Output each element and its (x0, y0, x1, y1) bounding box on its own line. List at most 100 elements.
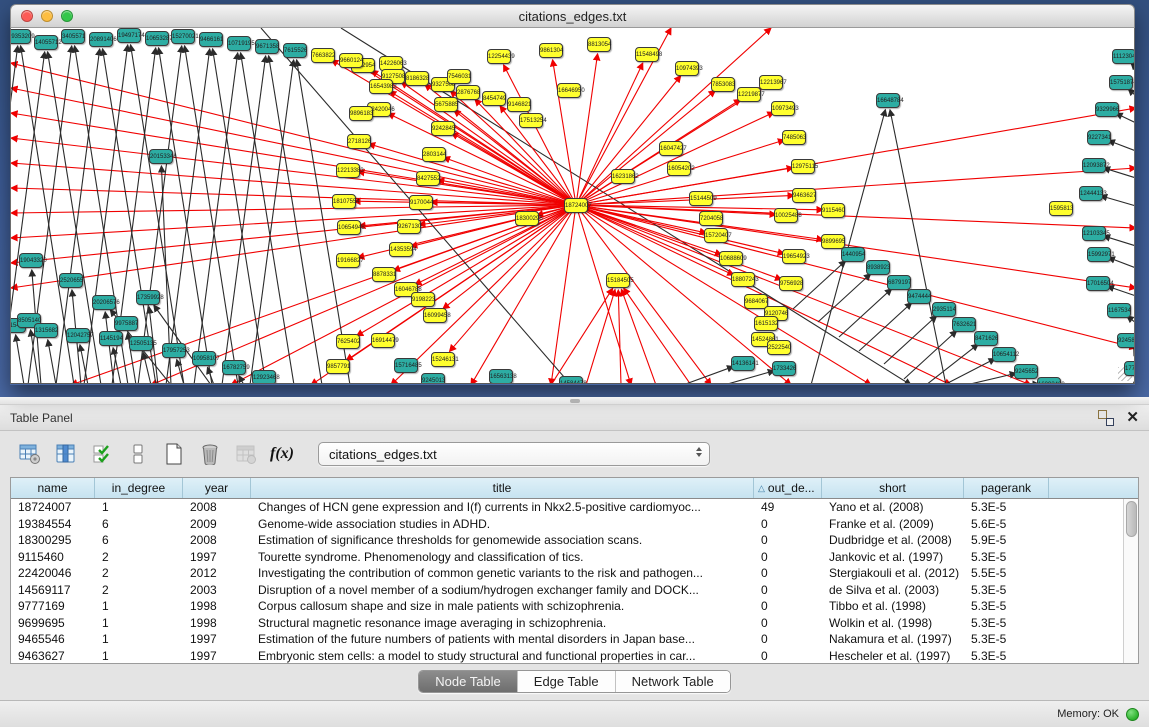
table-cell[interactable]: 1 (95, 615, 183, 632)
graph-node[interactable]: 10719195 (227, 36, 251, 51)
graph-node[interactable]: 12923468 (252, 370, 276, 384)
graph-node[interactable]: 1167534 (1107, 303, 1131, 318)
graph-node[interactable]: 8471626 (974, 331, 998, 346)
float-panel-icon[interactable] (1098, 410, 1114, 426)
table-cell[interactable]: 1997 (183, 631, 251, 648)
table-cell[interactable]: 9115460 (11, 549, 95, 566)
graph-node[interactable]: 19497174 (117, 28, 141, 43)
graph-node[interactable]: 9198223 (411, 292, 435, 307)
table-cell[interactable]: 5.3E-5 (964, 648, 1049, 665)
graph-node[interactable]: 12219877 (737, 87, 761, 102)
table-cell[interactable]: Stergiakouli et al. (2012) (822, 565, 964, 582)
table-cell[interactable]: 22420046 (11, 565, 95, 582)
table-cell[interactable]: 5.3E-5 (964, 615, 1049, 632)
table-cell[interactable]: Disruption of a novel member of a sodium… (251, 582, 754, 599)
graph-node[interactable]: 3405571 (61, 29, 85, 44)
graph-node[interactable]: 15716485 (394, 358, 418, 373)
graph-node[interactable]: 16099458 (423, 308, 447, 323)
graph-node[interactable]: 10025488 (774, 208, 798, 223)
graph-node[interactable]: 8938923 (866, 260, 890, 275)
graph-node[interactable]: 15992971 (1087, 247, 1111, 262)
graph-node[interactable]: 15246131 (431, 352, 455, 367)
table-cell[interactable]: de Silva et al. (2003) (822, 582, 964, 599)
graph-node[interactable]: 9896183 (349, 106, 373, 121)
graph-node[interactable]: 19166827 (336, 253, 360, 268)
table-cell[interactable]: Hescheler et al. (1997) (822, 648, 964, 665)
table-cell[interactable]: Dudbridge et al. (2008) (822, 532, 964, 549)
table-cell[interactable]: Investigating the contribution of common… (251, 565, 754, 582)
graph-node[interactable]: 12254439 (487, 49, 511, 64)
graph-node[interactable]: 20206576 (92, 295, 116, 310)
tab-node-table[interactable]: Node Table (419, 671, 517, 692)
graph-node[interactable]: 10973493 (771, 101, 795, 116)
graph-node[interactable]: 10654112 (992, 347, 1016, 362)
graph-node[interactable]: 15184505 (606, 273, 630, 288)
graph-node[interactable]: 17703454 (1124, 361, 1135, 376)
graph-node[interactable]: 9115460 (821, 203, 845, 218)
table-source-select[interactable]: citations_edges.txt (318, 442, 710, 466)
table-cell[interactable]: 1 (95, 499, 183, 516)
table-cell[interactable]: 0 (754, 565, 822, 582)
graph-node[interactable]: 9671358 (255, 39, 279, 54)
graph-node[interactable]: 2522540 (767, 340, 791, 355)
table-cell[interactable]: 49 (754, 499, 822, 516)
graph-node[interactable]: 2520655 (59, 273, 83, 288)
table-cell[interactable]: Genome-wide association studies in ADHD. (251, 516, 754, 533)
graph-node[interactable]: 9146821 (507, 97, 531, 112)
table-cell[interactable]: 6 (95, 516, 183, 533)
graph-node[interactable]: 12103345 (1082, 226, 1106, 241)
delete-table-icon[interactable] (196, 440, 224, 468)
graph-node[interactable]: 19043320 (19, 253, 43, 268)
column-header-in-degree[interactable]: in_degree (95, 478, 183, 498)
graph-node[interactable]: 2876768 (456, 85, 480, 100)
graph-node[interactable]: 6879197 (887, 275, 911, 290)
panel-splitter[interactable] (0, 397, 1149, 405)
graph-node[interactable]: 7632621 (952, 317, 976, 332)
graph-node[interactable]: 16543982 (369, 79, 393, 94)
table-row[interactable]: 1938455462009Genome-wide association stu… (11, 516, 1138, 533)
table-cell[interactable]: 2012 (183, 565, 251, 582)
graph-node[interactable]: 10653287 (145, 31, 169, 46)
graph-node[interactable]: 15751874 (1109, 75, 1133, 90)
graph-node[interactable]: 9861304 (539, 43, 563, 58)
graph-node[interactable]: 9245890 (1117, 333, 1135, 348)
graph-node[interactable]: 8427552 (416, 171, 440, 186)
graph-node[interactable]: 9899695 (821, 234, 845, 249)
graph-node[interactable]: 12505135 (129, 336, 153, 351)
graph-node[interactable]: 2718126 (347, 134, 371, 149)
network-window-titlebar[interactable]: citations_edges.txt (10, 4, 1135, 28)
table-cell[interactable]: 2003 (183, 582, 251, 599)
graph-node[interactable]: 12213967 (759, 75, 783, 90)
table-cell[interactable]: 1997 (183, 549, 251, 566)
table-cell[interactable]: 5.9E-5 (964, 532, 1049, 549)
table-cell[interactable]: 1997 (183, 648, 251, 665)
graph-node[interactable]: 16914479 (371, 333, 395, 348)
graph-node[interactable]: 9267130 (397, 219, 421, 234)
graph-node[interactable]: 18807243 (731, 272, 755, 287)
graph-node[interactable]: 14136141 (731, 356, 755, 371)
graph-node[interactable]: 16231862 (611, 169, 635, 184)
graph-node[interactable]: 16782759 (222, 360, 246, 375)
graph-node[interactable]: 9857791 (326, 359, 350, 374)
graph-node[interactable]: 1615132 (754, 316, 778, 331)
table-cell[interactable]: 19384554 (11, 516, 95, 533)
graph-node[interactable]: 10654948 (337, 220, 361, 235)
table-cell[interactable]: Structural magnetic resonance image aver… (251, 615, 754, 632)
column-header-short[interactable]: short (822, 478, 964, 498)
graph-node[interactable]: 12444133 (1079, 186, 1103, 201)
table-cell[interactable]: 1 (95, 631, 183, 648)
table-cell[interactable]: 1998 (183, 615, 251, 632)
graph-node[interactable]: 11548498 (635, 47, 659, 62)
graph-node[interactable]: 18724007 (564, 198, 588, 213)
graph-node[interactable]: 10974393 (675, 61, 699, 76)
graph-node[interactable]: 11123044 (1112, 49, 1135, 64)
graph-node[interactable]: 10688609 (719, 251, 743, 266)
table-cell[interactable]: 9463627 (11, 648, 95, 665)
column-header-pagerank[interactable]: pagerank (964, 478, 1049, 498)
table-cell[interactable]: 2 (95, 565, 183, 582)
network-view-window[interactable]: citations_edges.txt 18724007891295414226… (10, 4, 1135, 385)
graph-node[interactable]: 17016504 (1086, 276, 1110, 291)
graph-node[interactable]: 16047427 (659, 141, 683, 156)
graph-node[interactable]: 7663822 (311, 48, 335, 63)
column-header-out-de-[interactable]: △out_de... (754, 478, 822, 498)
